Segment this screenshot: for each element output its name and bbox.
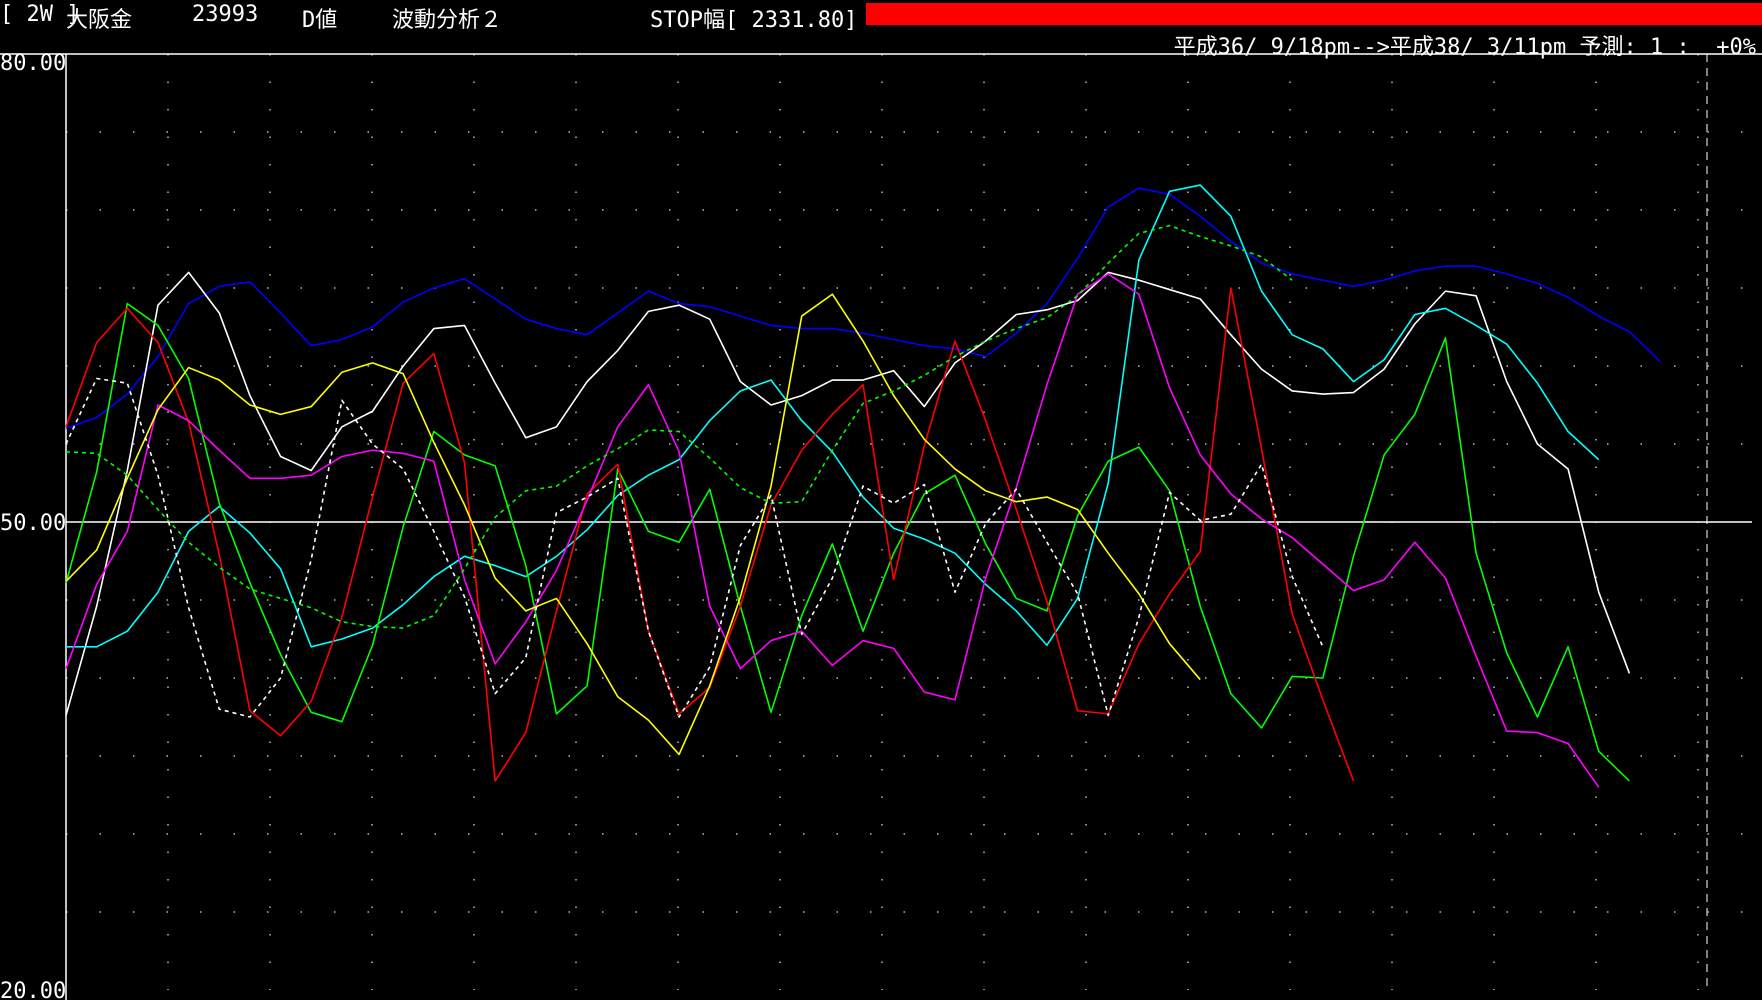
y-axis-labels: 80.00 50.00 20.00 xyxy=(0,51,66,1000)
wave-chart: 80.00 50.00 20.00 xyxy=(0,51,1762,1000)
y-tick-label: 50.00 xyxy=(0,511,66,536)
series-line-3 xyxy=(65,302,1630,782)
series-line-1 xyxy=(65,271,1631,716)
series-line-5 xyxy=(65,273,1600,788)
chart-axes xyxy=(0,53,1762,1000)
series-line-6 xyxy=(65,293,1201,756)
series-line-0 xyxy=(65,187,1661,430)
y-tick-label: 80.00 xyxy=(0,51,66,76)
y-tick-label: 20.00 xyxy=(0,979,66,1000)
series-line-7 xyxy=(65,224,1293,629)
chart-lines xyxy=(65,184,1661,788)
series-line-8 xyxy=(65,377,1324,718)
